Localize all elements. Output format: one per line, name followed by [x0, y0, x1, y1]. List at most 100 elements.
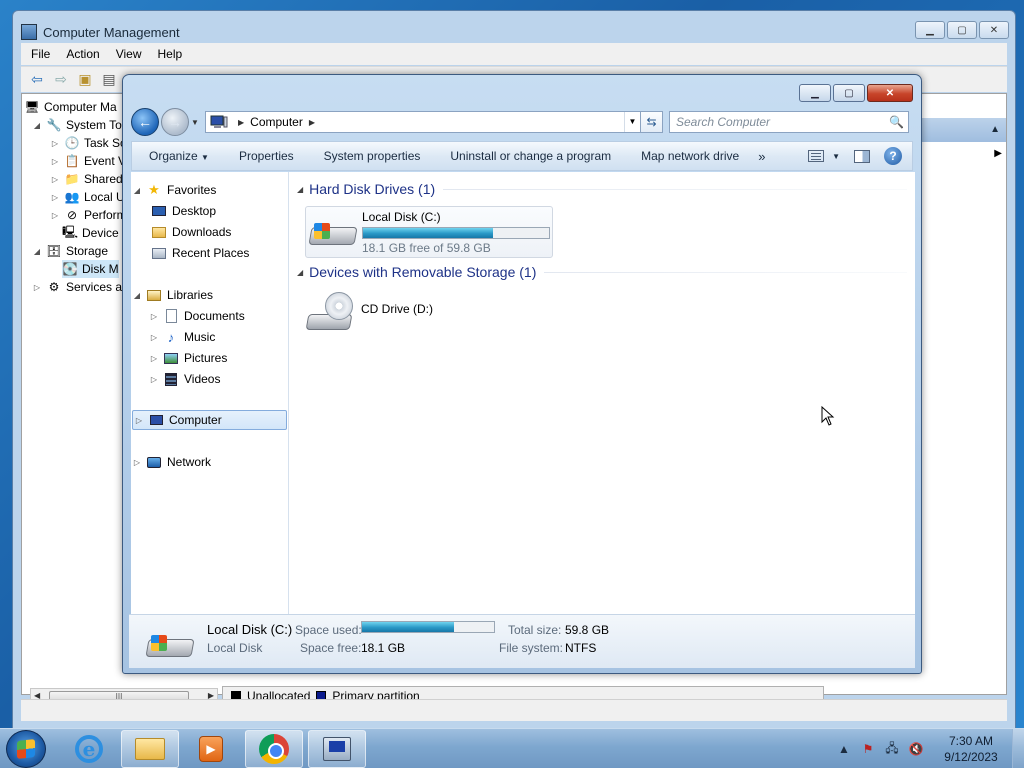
collapse-up-icon[interactable]: ▲	[990, 124, 1000, 135]
drive-c-name: Local Disk (C:)	[362, 210, 441, 224]
organize-button[interactable]: Organize ▼	[132, 149, 224, 163]
expand-arrow-icon[interactable]: ▷	[50, 211, 60, 220]
tree-item-computer-management[interactable]: 🖥 Computer Ma	[24, 98, 117, 116]
preview-pane-icon[interactable]	[854, 149, 870, 163]
start-button[interactable]	[6, 730, 46, 768]
expand-arrow-icon[interactable]: ▷	[133, 416, 145, 425]
properties-button[interactable]: Properties	[224, 149, 309, 163]
volume-muted-icon[interactable]: 🔇	[907, 742, 925, 756]
forward-arrow-icon[interactable]: ⇨	[51, 71, 71, 89]
menu-action[interactable]: Action	[60, 45, 105, 63]
nav-computer[interactable]: ▷ Computer	[132, 410, 287, 430]
map-network-drive-button[interactable]: Map network drive	[626, 149, 754, 163]
menu-view[interactable]: View	[110, 45, 148, 63]
network-status-icon[interactable]: 🖧	[883, 739, 901, 760]
breadcrumb-arrow-icon[interactable]: ▶	[238, 118, 244, 127]
nav-documents[interactable]: ▷ Documents	[148, 306, 245, 326]
up-folder-icon[interactable]: ▣	[75, 71, 95, 89]
drive-d-tile[interactable]: CD Drive (D:)	[305, 288, 467, 338]
cm-minimize-button[interactable]: ▁	[915, 21, 945, 39]
nav-favorites[interactable]: ◢ ★ Favorites	[131, 180, 216, 200]
taskbar-media-player[interactable]: ▶	[182, 730, 240, 768]
back-button[interactable]: ←	[131, 108, 159, 136]
group-hard-disk-drives[interactable]: ◢ Hard Disk Drives (1)	[297, 179, 907, 199]
search-box[interactable]: Search Computer 🔍	[669, 111, 909, 133]
back-arrow-icon[interactable]: ⇦	[27, 71, 47, 89]
tree-item-task-scheduler[interactable]: ▷ 🕒 Task Sc	[50, 134, 126, 152]
nav-videos[interactable]: ▷ Videos	[148, 369, 221, 389]
cm-close-button[interactable]: ✕	[979, 21, 1009, 39]
clock[interactable]: 7:30 AM 9/12/2023	[936, 733, 1006, 765]
expand-arrow-icon[interactable]: ▷	[50, 175, 60, 184]
users-icon: 👥	[64, 190, 80, 204]
expand-arrow-icon[interactable]: ▷	[148, 333, 160, 342]
expand-arrow-icon[interactable]: ▷	[50, 139, 60, 148]
collapse-arrow-icon[interactable]: ◢	[32, 247, 42, 256]
collapse-arrow-icon[interactable]: ◢	[131, 291, 143, 300]
cm-maximize-button[interactable]: ▢	[947, 21, 977, 39]
minimize-button[interactable]: ▁	[799, 84, 831, 102]
show-hidden-icons-arrow[interactable]: ▲	[835, 742, 853, 756]
more-commands-icon[interactable]: »	[754, 149, 769, 164]
group-removable-storage[interactable]: ◢ Devices with Removable Storage (1)	[297, 262, 907, 282]
tree-item-services[interactable]: ▷ ⚙ Services an	[32, 278, 129, 296]
nav-music[interactable]: ▷ ♪ Music	[148, 327, 215, 347]
tree-item-system-tools[interactable]: ◢ 🔧 System To	[32, 116, 122, 134]
close-button[interactable]: ✕	[867, 84, 913, 102]
nav-label: Desktop	[172, 204, 217, 218]
tree-item-performance[interactable]: ▷ ⊘ Perform	[50, 206, 127, 224]
action-center-flag-icon[interactable]: ⚑	[859, 742, 877, 756]
taskbar-google-chrome[interactable]	[245, 730, 303, 768]
taskbar-computer-management[interactable]	[308, 730, 366, 768]
nav-label: Music	[184, 330, 216, 344]
nav-network[interactable]: ▷ Network	[131, 452, 211, 472]
tree-item-shared-folders[interactable]: ▷ 📁 Shared	[50, 170, 123, 188]
nav-desktop[interactable]: Desktop	[148, 201, 216, 221]
nav-downloads[interactable]: Downloads	[148, 222, 231, 242]
computer-management-icon	[21, 24, 37, 40]
tree-label: Computer Ma	[44, 100, 117, 114]
nav-label: Computer	[169, 413, 222, 427]
show-hide-tree-icon[interactable]: ▤	[99, 71, 119, 89]
forward-button[interactable]: →	[161, 108, 189, 136]
expand-arrow-icon[interactable]: ▷	[131, 458, 143, 467]
expand-arrow-icon[interactable]: ▷	[148, 312, 160, 321]
address-bar[interactable]: ▶ Computer ▶ ▼	[205, 111, 641, 133]
system-properties-button[interactable]: System properties	[309, 149, 436, 163]
drive-c-free-space: 18.1 GB free of 59.8 GB	[362, 241, 491, 255]
tree-item-local-users[interactable]: ▷ 👥 Local U	[50, 188, 125, 206]
address-dropdown-icon[interactable]: ▼	[624, 112, 640, 132]
breadcrumb-arrow-icon[interactable]: ▶	[309, 118, 315, 127]
collapse-arrow-icon[interactable]: ◢	[32, 121, 42, 130]
menu-help[interactable]: Help	[152, 45, 189, 63]
drive-c-tile[interactable]: Local Disk (C:) 18.1 GB free of 59.8 GB	[305, 206, 553, 258]
nav-recent-places[interactable]: Recent Places	[148, 243, 249, 263]
nav-pictures[interactable]: ▷ Pictures	[148, 348, 227, 368]
recent-pages-dropdown[interactable]: ▼	[191, 118, 201, 127]
show-desktop-button[interactable]	[1012, 729, 1024, 768]
menu-file[interactable]: File	[25, 45, 56, 63]
expand-arrow-icon[interactable]: ▷	[32, 283, 42, 292]
change-view-button[interactable]: ▼	[808, 150, 840, 162]
taskbar-internet-explorer[interactable]: e	[60, 730, 118, 768]
collapse-arrow-icon[interactable]: ◢	[131, 186, 143, 195]
maximize-button[interactable]: ▢	[833, 84, 865, 102]
tree-item-disk-management[interactable]: 💽 Disk M	[62, 260, 119, 278]
nav-libraries[interactable]: ◢ Libraries	[131, 285, 213, 305]
expand-arrow-icon[interactable]: ▷	[148, 354, 160, 363]
expand-arrow-icon[interactable]: ▷	[50, 157, 60, 166]
more-actions-arrow-icon[interactable]: ▶	[994, 148, 1002, 159]
expand-arrow-icon[interactable]: ▷	[50, 193, 60, 202]
breadcrumb-computer[interactable]: Computer	[250, 115, 303, 129]
tree-item-storage[interactable]: ◢ 🗄 Storage	[32, 242, 108, 260]
search-icon[interactable]: 🔍	[889, 115, 904, 129]
expand-arrow-icon[interactable]: ▷	[148, 375, 160, 384]
help-icon[interactable]: ?	[884, 147, 902, 165]
refresh-icon[interactable]: ⇆	[641, 111, 663, 133]
uninstall-program-button[interactable]: Uninstall or change a program	[435, 149, 626, 163]
tree-item-device-manager[interactable]: 🖳 Device	[62, 224, 119, 242]
collapse-group-icon[interactable]: ◢	[297, 185, 303, 194]
taskbar-windows-explorer[interactable]	[121, 730, 179, 768]
tree-item-event-viewer[interactable]: ▷ 📋 Event V	[50, 152, 126, 170]
collapse-group-icon[interactable]: ◢	[297, 268, 303, 277]
